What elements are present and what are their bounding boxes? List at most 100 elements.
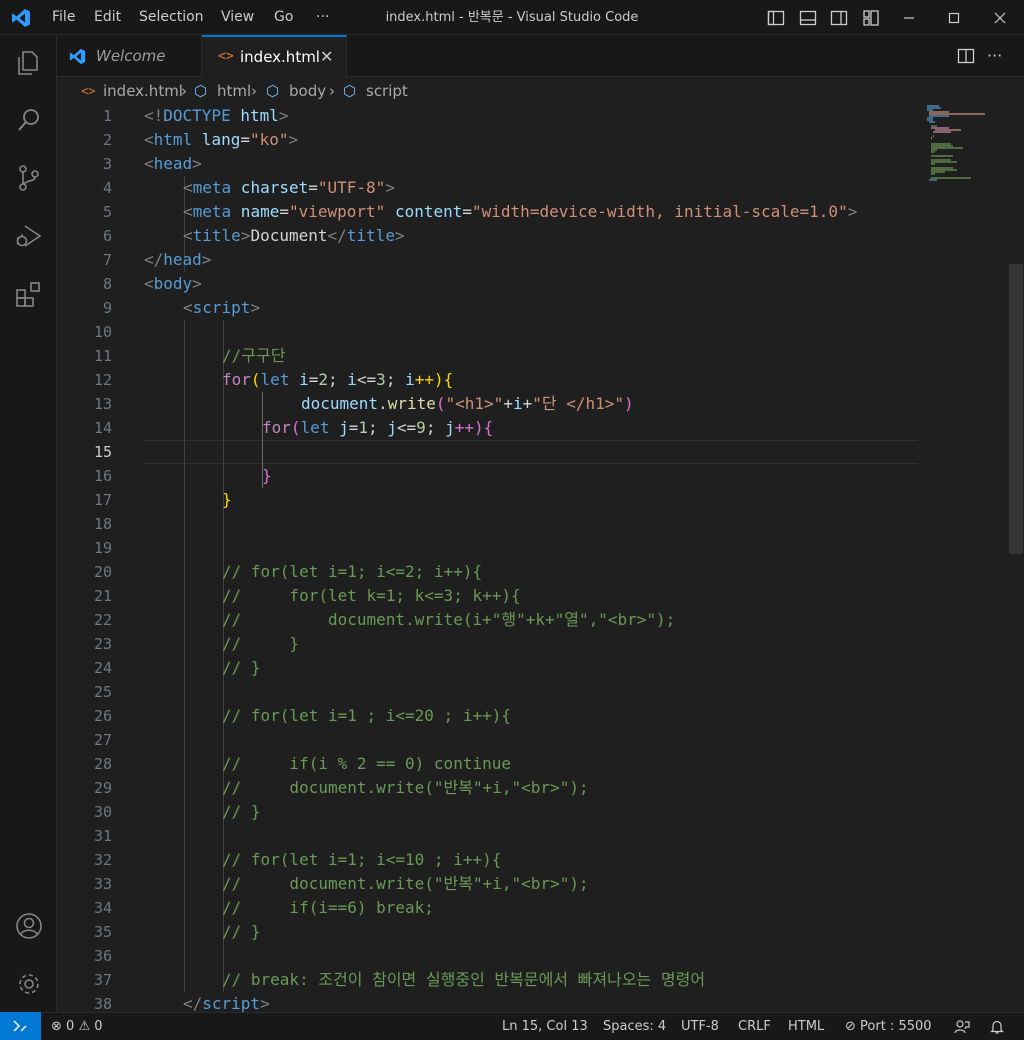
- menu-go[interactable]: Go: [274, 0, 293, 35]
- remote-indicator[interactable]: [0, 1012, 41, 1040]
- line-number: 32: [93, 851, 112, 869]
- no-entry-icon: ⊘: [845, 1019, 856, 1034]
- code-line-comment: // document.write("반복"+i,"<br>");: [222, 778, 589, 797]
- chevron-right-icon: ›: [251, 82, 257, 100]
- code-line: document.write("<h1>"+i+"단 </h1>"): [301, 394, 634, 413]
- line-number: 7: [102, 251, 112, 269]
- code-line-comment: // document.write("반복"+i,"<br>");: [222, 874, 589, 893]
- code-line: for(let j=1; j<=9; j++){: [262, 418, 494, 437]
- accounts-icon[interactable]: [14, 911, 44, 941]
- cursor-position[interactable]: Ln 15, Col 13: [502, 1013, 588, 1040]
- toggle-primary-sidebar-icon[interactable]: [767, 9, 785, 27]
- indentation[interactable]: Spaces: 4: [603, 1013, 666, 1040]
- line-number: 4: [102, 179, 112, 197]
- line-number: 13: [93, 395, 112, 413]
- line-number: 30: [93, 803, 112, 821]
- line-number: 21: [93, 587, 112, 605]
- line-number: 24: [93, 659, 112, 677]
- code-line-comment: // }: [222, 922, 261, 941]
- remote-icon: [13, 1020, 27, 1032]
- vscode-logo-icon[interactable]: [11, 8, 31, 28]
- minimap[interactable]: [925, 104, 1015, 1012]
- breadcrumb-html[interactable]: html: [217, 77, 251, 105]
- warning-count: 0: [94, 1019, 103, 1034]
- menu-more[interactable]: ···: [316, 0, 329, 35]
- toggle-panel-icon[interactable]: [799, 9, 817, 27]
- menu-edit[interactable]: Edit: [94, 0, 121, 35]
- maximize-icon[interactable]: [945, 9, 963, 27]
- toggle-secondary-sidebar-icon[interactable]: [830, 9, 848, 27]
- breadcrumb-body[interactable]: body: [289, 77, 326, 105]
- html-icon: <>: [218, 49, 234, 64]
- minimize-icon[interactable]: [900, 9, 918, 27]
- code-line: for(let i=2; i<=3; i++){: [222, 370, 454, 389]
- code-line: <script>: [183, 298, 261, 317]
- line-number: 28: [93, 755, 112, 773]
- search-icon[interactable]: [14, 105, 44, 135]
- element-icon: ⬡: [266, 82, 280, 100]
- explorer-icon[interactable]: [14, 48, 44, 78]
- indent-guide: [184, 320, 185, 992]
- tab-welcome[interactable]: Welcome: [57, 35, 202, 77]
- more-actions-icon[interactable]: ···: [987, 35, 1002, 77]
- vscode-icon: [69, 48, 86, 65]
- customize-layout-icon[interactable]: [862, 9, 880, 27]
- source-control-icon[interactable]: [14, 163, 44, 193]
- line-number: 20: [93, 563, 112, 581]
- error-icon: ⊗: [51, 1019, 62, 1034]
- code-line: <head>: [144, 154, 202, 173]
- tab-label: Welcome: [96, 47, 166, 65]
- line-number: 17: [93, 491, 112, 509]
- code-line: }: [222, 490, 232, 509]
- language-mode[interactable]: HTML: [788, 1013, 824, 1040]
- current-line-highlight: [144, 440, 918, 464]
- code-line: </script>: [183, 994, 270, 1012]
- line-number: 3: [102, 155, 112, 173]
- html-icon: <>: [81, 84, 96, 98]
- extensions-icon[interactable]: [14, 279, 44, 309]
- notifications-bell-icon[interactable]: [989, 1019, 1005, 1035]
- menu-file[interactable]: File: [52, 0, 75, 35]
- line-number: 26: [93, 707, 112, 725]
- end-of-line[interactable]: CRLF: [738, 1013, 771, 1040]
- live-server-port[interactable]: ⊘ Port : 5500: [845, 1013, 932, 1040]
- chevron-right-icon: ›: [329, 82, 335, 100]
- menu-view[interactable]: View: [221, 0, 254, 35]
- problems-indicator[interactable]: ⊗ 0 ⚠ 0: [51, 1013, 103, 1040]
- line-number: 2: [102, 131, 112, 149]
- close-window-icon[interactable]: [991, 9, 1009, 27]
- line-number: 29: [93, 779, 112, 797]
- run-and-debug-icon[interactable]: [14, 221, 44, 251]
- close-tab-icon[interactable]: ✕: [320, 37, 333, 77]
- feedback-icon[interactable]: [954, 1019, 970, 1035]
- line-number: 14: [93, 419, 112, 437]
- code-line: <meta charset="UTF-8">: [183, 178, 395, 197]
- code-line: <html lang="ko">: [144, 130, 299, 149]
- code-line-comment: // for(let i=1; i<=10 ; i++){: [222, 850, 502, 869]
- line-number: 33: [93, 875, 112, 893]
- error-count: 0: [66, 1019, 75, 1034]
- code-line-comment: // for(let k=1; k<=3; k++){: [222, 586, 521, 605]
- manage-gear-icon[interactable]: [14, 969, 44, 999]
- element-icon: ⬡: [194, 82, 208, 100]
- code-line-comment: //구구단: [222, 346, 286, 365]
- breadcrumb-file[interactable]: index.html: [103, 77, 183, 105]
- line-number: 23: [93, 635, 112, 653]
- split-editor-icon[interactable]: [957, 47, 975, 65]
- tab-index-html[interactable]: <> index.html ✕: [202, 35, 347, 77]
- code-line: }: [262, 466, 272, 485]
- breadcrumb-script[interactable]: script: [366, 77, 408, 105]
- code-editor[interactable]: 1 2 3 4 5 6 7 8 9 10 11 12 13 14 15 16 1…: [57, 104, 1024, 1012]
- code-line-comment: // document.write(i+"행"+k+"열","<br>");: [222, 610, 676, 629]
- activity-bar: [0, 35, 57, 1012]
- encoding[interactable]: UTF-8: [681, 1013, 719, 1040]
- vertical-scrollbar-thumb[interactable]: [1009, 264, 1023, 554]
- line-number: 16: [93, 467, 112, 485]
- line-number: 5: [102, 203, 112, 221]
- code-line-comment: // }: [222, 658, 261, 677]
- line-number: 10: [93, 323, 112, 341]
- code-line: <title>Document</title>: [183, 226, 405, 245]
- menu-selection[interactable]: Selection: [139, 0, 204, 35]
- line-number: 6: [102, 227, 112, 245]
- chevron-right-icon: ›: [181, 82, 187, 100]
